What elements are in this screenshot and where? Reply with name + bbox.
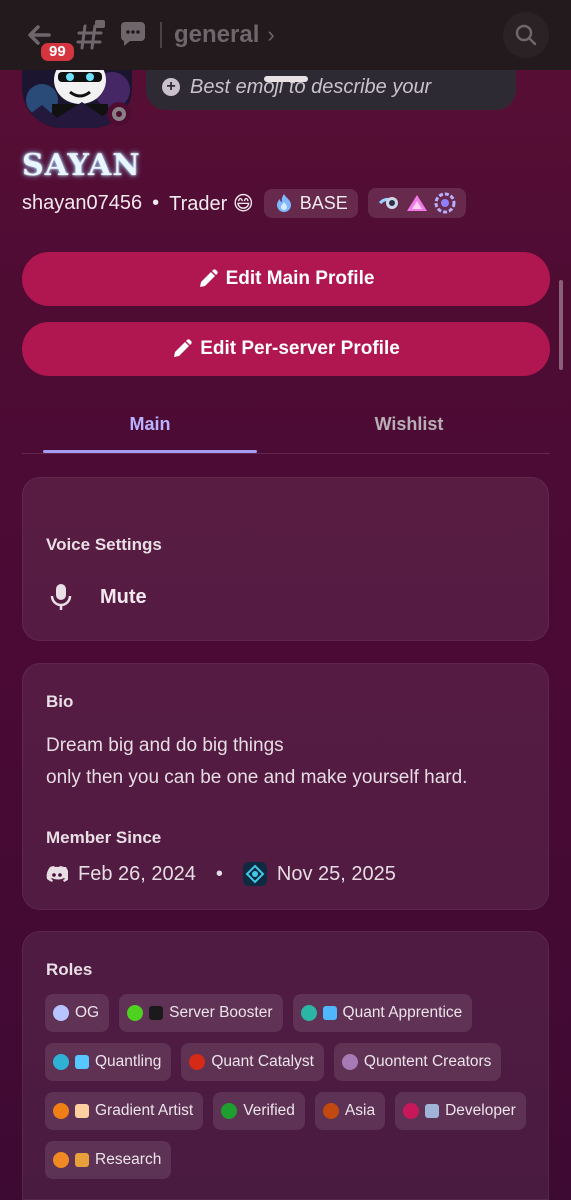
separator-dot: •: [215, 862, 223, 885]
role-color-dot: [341, 1054, 358, 1070]
microphone-icon: [50, 584, 72, 610]
roles-list: OG Server Booster Quant Apprentice Quantlin…: [45, 994, 535, 1179]
discord-join-date: Feb 26, 2024: [78, 862, 196, 885]
laptop-icon: [425, 1104, 440, 1118]
mute-toggle[interactable]: Mute: [46, 582, 147, 612]
custom-status-field[interactable]: + Best emoji to describe your: [146, 64, 516, 110]
mute-label: Mute: [100, 585, 147, 608]
role-chip[interactable]: Server Booster: [119, 994, 283, 1032]
edit-main-profile-label: Edit Main Profile: [225, 268, 375, 289]
triangle-badge-icon: [406, 195, 427, 211]
role-chip[interactable]: Quontent Creators: [333, 1043, 502, 1081]
role-label: Quontent Creators: [363, 1053, 492, 1070]
locked-channel-icon: [76, 18, 106, 52]
tab-wishlist[interactable]: Wishlist: [302, 414, 516, 435]
sheet-drag-handle[interactable]: [264, 76, 308, 82]
role-chip[interactable]: Asia: [314, 1092, 386, 1130]
server-join-date: Nov 25, 2025: [276, 862, 396, 885]
bio-line: Dream big and do big things: [46, 735, 284, 756]
role-color-dot: [53, 1005, 69, 1021]
role-color-dot: [189, 1054, 206, 1070]
bio-card: Bio Dream big and do big things only the…: [22, 663, 549, 910]
member-since-row: Feb 26, 2024 • Nov 25, 2025: [46, 862, 396, 886]
role-color-dot: [221, 1103, 238, 1119]
role-color-dot: [53, 1152, 69, 1168]
edit-main-profile-button[interactable]: Edit Main Profile: [22, 252, 550, 306]
booster-icon: [149, 1006, 164, 1020]
apprentice-icon: [322, 1006, 337, 1020]
role-chip[interactable]: Gradient Artist: [45, 1092, 204, 1130]
role-color-dot: [300, 1005, 317, 1021]
boost-badge-icon: [378, 197, 398, 209]
book-icon: [75, 1153, 89, 1167]
bio-line: only then you can be one and make yourse…: [46, 767, 468, 788]
separator-dot: •: [152, 191, 160, 214]
clan-tag-label: BASE: [299, 192, 348, 213]
role-label: Research: [95, 1151, 162, 1168]
pencil-icon: [199, 269, 218, 287]
profile-tabs: Main Wishlist: [22, 400, 550, 454]
role-color-dot: [403, 1103, 420, 1119]
status-indicator: [107, 102, 131, 126]
tab-main[interactable]: Main: [43, 414, 257, 435]
roles-card: Roles OG Server Booster Quant Apprentice Qu…: [22, 931, 549, 1200]
search-icon: [515, 24, 537, 46]
voice-settings-card: Voice Settings Mute: [22, 477, 549, 641]
user-info-row: shayan07456 • Trader 😄 BASE: [22, 188, 466, 218]
chevron-right-icon: ›: [267, 22, 275, 47]
display-name: SAYAN: [22, 148, 141, 183]
discord-logo-icon: [46, 866, 68, 882]
role-color-dot: [53, 1054, 69, 1070]
role-label: Asia: [344, 1102, 376, 1119]
role-label: Developer: [445, 1102, 516, 1119]
clan-tag[interactable]: BASE: [263, 188, 358, 218]
role-chip[interactable]: Developer: [395, 1092, 526, 1130]
username: shayan07456: [22, 191, 143, 214]
role-label: Gradient Artist: [95, 1102, 194, 1119]
unread-badge: 99: [38, 40, 77, 64]
roles-heading: Roles: [46, 960, 93, 979]
search-button[interactable]: [503, 12, 549, 58]
pencil-icon: [174, 339, 192, 357]
add-status-icon: +: [162, 78, 180, 96]
flame-icon: [276, 194, 291, 212]
role-label: Quant Catalyst: [211, 1053, 314, 1070]
role-color-dot: [322, 1103, 339, 1119]
edit-server-profile-label: Edit Per-server Profile: [200, 338, 400, 359]
role-label: Quantling: [95, 1053, 162, 1070]
role-chip[interactable]: Research: [45, 1141, 172, 1179]
role-chip[interactable]: Verified: [213, 1092, 305, 1130]
threads-icon[interactable]: [118, 20, 148, 50]
badges-row[interactable]: [367, 188, 466, 218]
role-label: Quant Apprentice: [342, 1004, 463, 1021]
channel-header: 99 general ›: [0, 0, 571, 70]
role-chip[interactable]: Quant Catalyst: [181, 1043, 324, 1081]
role-label: OG: [75, 1004, 100, 1021]
role-chip[interactable]: Quant Apprentice: [292, 994, 473, 1032]
scrollbar[interactable]: [559, 280, 563, 370]
role-label: Server Booster: [169, 1004, 273, 1021]
role-label: Verified: [243, 1102, 295, 1119]
palette-icon: [75, 1104, 89, 1118]
laurel-badge-icon: [434, 192, 456, 214]
bio-text: Dream big and do big things only then yo…: [46, 730, 467, 794]
active-tab-indicator: [43, 450, 257, 453]
divider: [160, 22, 162, 48]
quantling-icon: [75, 1055, 89, 1069]
channel-name[interactable]: general: [174, 21, 259, 49]
bio-heading: Bio: [46, 692, 74, 711]
edit-server-profile-button[interactable]: Edit Per-server Profile: [22, 322, 550, 376]
server-icon: [242, 862, 267, 886]
role-color-dot: [53, 1103, 69, 1119]
pronouns: Trader 😄: [169, 192, 254, 215]
role-color-dot: [127, 1005, 144, 1021]
custom-status-placeholder: Best emoji to describe your: [190, 75, 432, 98]
role-chip[interactable]: Quantling: [45, 1043, 172, 1081]
voice-settings-heading: Voice Settings: [46, 535, 162, 554]
member-since-heading: Member Since: [46, 828, 162, 847]
role-chip[interactable]: OG: [45, 994, 110, 1032]
